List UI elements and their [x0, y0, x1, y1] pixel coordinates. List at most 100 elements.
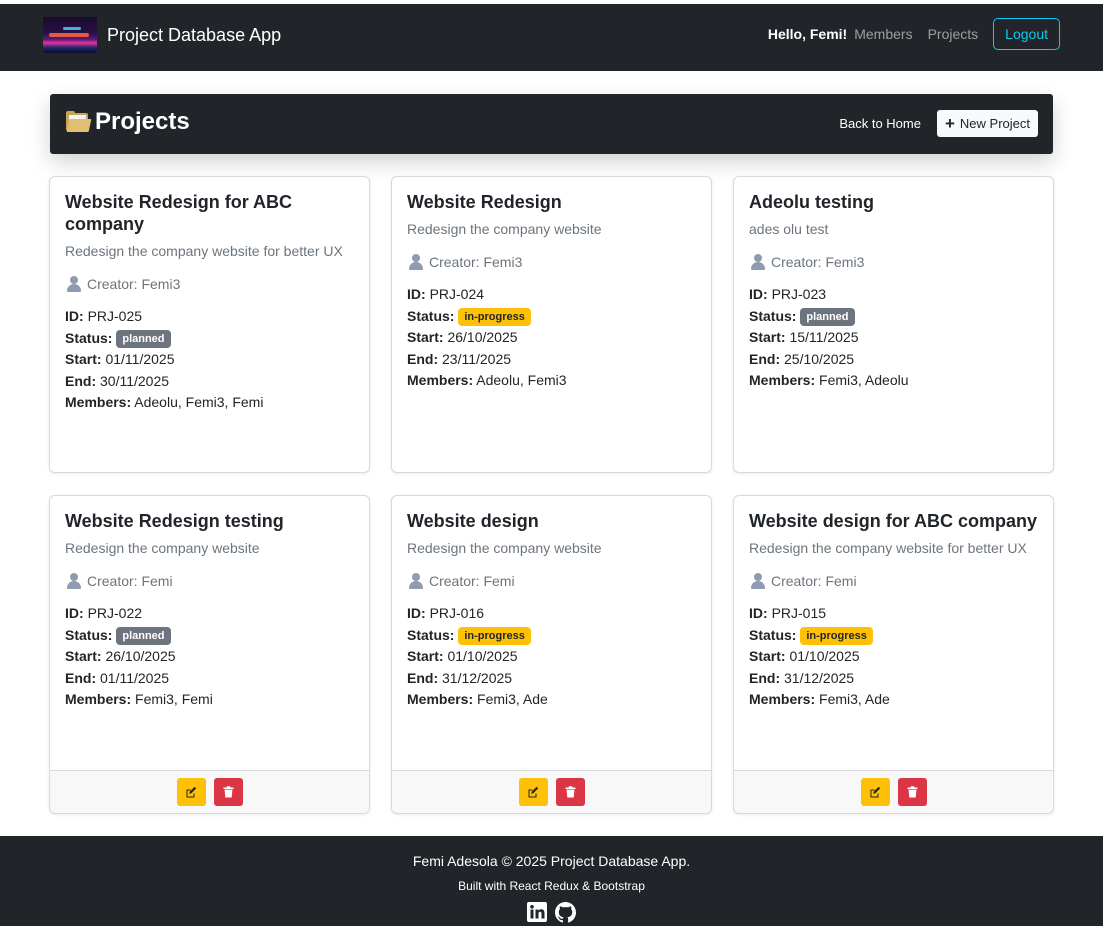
project-title: Website design: [407, 511, 539, 531]
card-body: Website Redesign Redesign the company we…: [392, 177, 711, 392]
nav-link-members[interactable]: Members: [854, 26, 912, 42]
github-icon[interactable]: [555, 902, 576, 923]
project-details: ID: PRJ-022 Status: planned Start: 26/10…: [65, 603, 354, 711]
id-label: ID:: [407, 286, 426, 302]
project-id-row: ID: PRJ-023: [749, 284, 1038, 306]
project-members-row: Members: Femi3, Ade: [749, 689, 1038, 711]
status-label: Status:: [65, 329, 113, 346]
edit-icon: [528, 786, 539, 798]
footer-icons: [0, 902, 1103, 923]
nav-right: Hello, Femi! Members Projects Logout: [768, 17, 1060, 51]
start-label: Start:: [65, 648, 102, 664]
project-id: PRJ-023: [771, 286, 827, 302]
project-members-row: Members: Adeolu, Femi3: [407, 370, 696, 392]
id-label: ID:: [65, 605, 84, 621]
project-id-row: ID: PRJ-024: [407, 284, 696, 306]
start-label: Start:: [407, 648, 444, 664]
project-start: 15/11/2025: [789, 329, 859, 345]
project-status-row: Status: in-progress: [749, 625, 1038, 647]
project-end: 01/11/2025: [100, 669, 170, 686]
end-label: End:: [65, 372, 97, 389]
nav-link-projects[interactable]: Projects: [928, 26, 979, 42]
creator-name: Femi: [483, 573, 515, 589]
id-label: ID:: [65, 308, 84, 324]
project-description: Redesign the company website: [65, 540, 260, 556]
card-footer: [392, 770, 711, 813]
project-description: ades olu test: [749, 221, 829, 237]
creator-name: Femi3: [825, 254, 865, 270]
card-footer: [50, 770, 369, 813]
page-title-group: Projects: [65, 108, 190, 136]
project-members: Femi3, Femi: [135, 691, 213, 707]
project-end-row: End: 31/12/2025: [407, 668, 696, 690]
trash-icon: [907, 786, 917, 798]
delete-button[interactable]: [213, 778, 243, 806]
project-end-row: End: 25/10/2025: [749, 349, 1038, 371]
end-label: End:: [65, 669, 97, 686]
project-card: Website design for ABC company Redesign …: [733, 495, 1054, 814]
project-creator: Creator: Femi3: [407, 253, 696, 271]
edit-button[interactable]: [860, 778, 890, 806]
project-end: 31/12/2025: [784, 669, 855, 686]
project-end: 23/11/2025: [442, 350, 512, 367]
user-icon: [65, 572, 83, 590]
project-start-row: Start: 01/10/2025: [749, 646, 1038, 668]
card-footer: [734, 770, 1053, 813]
user-icon: [407, 572, 425, 590]
creator-prefix: Creator:: [87, 573, 138, 589]
project-end: 25/10/2025: [784, 350, 855, 367]
project-status-row: Status: planned: [749, 306, 1038, 328]
brand[interactable]: Project Database App: [43, 17, 281, 53]
end-label: End:: [749, 350, 781, 367]
project-start: 01/10/2025: [447, 648, 518, 664]
creator-prefix: Creator:: [771, 254, 822, 270]
creator-prefix: Creator:: [429, 573, 480, 589]
delete-button[interactable]: [897, 778, 927, 806]
card-body: Website Redesign for ABC company Redesig…: [50, 177, 369, 414]
delete-button[interactable]: [555, 778, 585, 806]
project-details: ID: PRJ-023 Status: planned Start: 15/11…: [749, 284, 1038, 392]
edit-button[interactable]: [176, 778, 206, 806]
creator-name: Femi: [141, 573, 173, 589]
project-id: PRJ-024: [429, 286, 485, 302]
start-label: Start:: [749, 648, 786, 664]
members-label: Members:: [749, 372, 816, 388]
status-badge: in-progress: [458, 626, 531, 645]
project-end: 31/12/2025: [442, 669, 513, 686]
project-card: Adeolu testing ades olu test Creator: Fe…: [733, 176, 1054, 473]
project-id: PRJ-016: [429, 605, 485, 621]
project-members: Adeolu, Femi3, Femi: [134, 394, 264, 410]
members-label: Members:: [65, 394, 132, 410]
project-status-row: Status: in-progress: [407, 625, 696, 647]
members-label: Members:: [749, 691, 816, 707]
back-to-home-link[interactable]: Back to Home: [839, 116, 921, 131]
status-badge: planned: [116, 626, 171, 645]
project-title: Website Redesign for ABC company: [65, 192, 293, 234]
status-label: Status:: [749, 307, 797, 324]
brand-logo: [43, 17, 97, 53]
logout-button[interactable]: Logout: [993, 18, 1060, 50]
linkedin-icon[interactable]: [527, 902, 547, 922]
project-start: 01/11/2025: [105, 351, 175, 367]
project-id-row: ID: PRJ-016: [407, 603, 696, 625]
project-start-row: Start: 01/11/2025: [65, 349, 354, 371]
brand-name[interactable]: Project Database App: [107, 25, 281, 46]
card-body: Website Redesign testing Redesign the co…: [50, 496, 369, 711]
new-project-button[interactable]: + New Project: [936, 110, 1038, 137]
edit-icon: [870, 786, 881, 798]
trash-icon: [565, 786, 575, 798]
creator-prefix: Creator:: [87, 276, 138, 292]
edit-button[interactable]: [518, 778, 548, 806]
project-id-row: ID: PRJ-015: [749, 603, 1038, 625]
project-status-row: Status: planned: [65, 328, 354, 350]
members-label: Members:: [407, 372, 474, 388]
end-label: End:: [407, 669, 439, 686]
members-label: Members:: [407, 691, 474, 707]
project-id: PRJ-025: [87, 308, 143, 324]
status-label: Status:: [407, 626, 455, 643]
project-card: Website Redesign Redesign the company we…: [391, 176, 712, 473]
user-icon: [65, 275, 83, 293]
new-project-label: New Project: [959, 116, 1030, 131]
project-description: Redesign the company website: [407, 221, 602, 237]
members-label: Members:: [65, 691, 132, 707]
